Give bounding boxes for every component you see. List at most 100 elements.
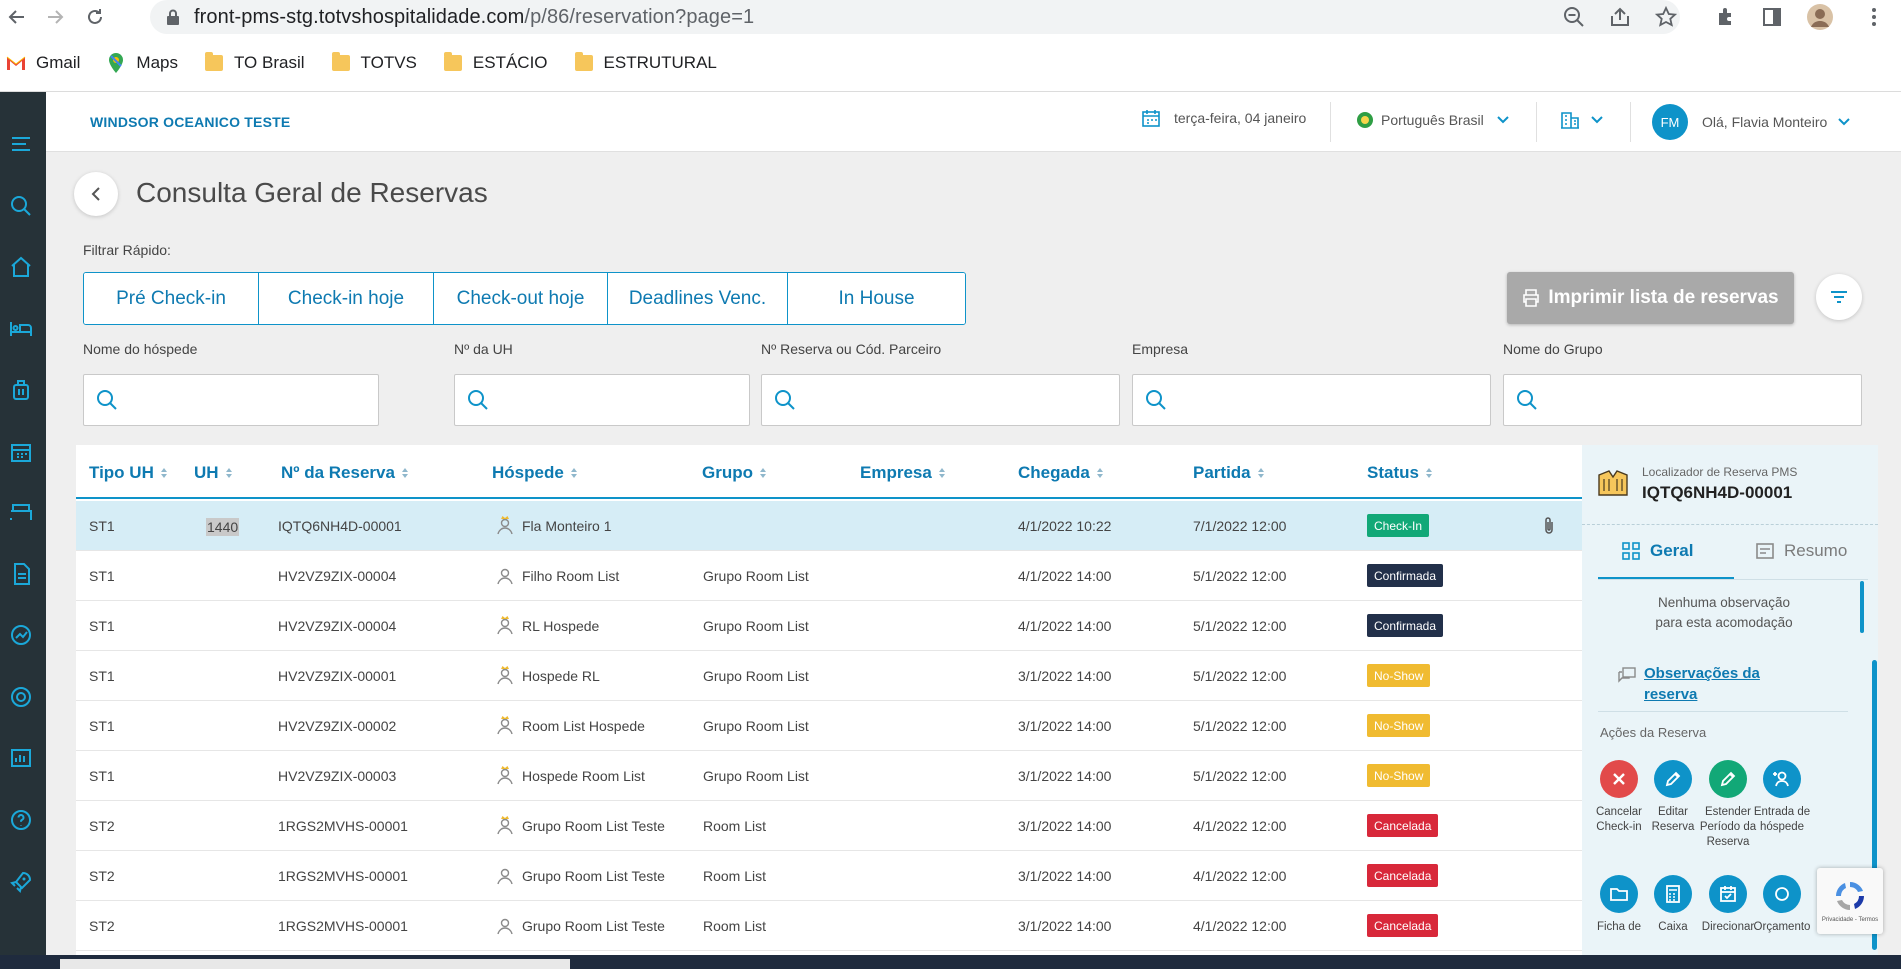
cell-reservation-number: HV2VZ9ZIX-00004	[278, 568, 397, 584]
cell-arrival: 4/1/2022 14:00	[1018, 618, 1112, 634]
bed-double-icon[interactable]	[5, 496, 37, 528]
table-row[interactable]: ST2 1RGS2MVHS-00001 Grupo Room List Teste R…	[76, 801, 1582, 851]
report-icon[interactable]	[5, 742, 37, 774]
bookmark-maps[interactable]: Maps	[106, 53, 178, 73]
status-badge: Cancelada	[1367, 864, 1439, 887]
print-list-button[interactable]: Imprimir lista de reservas	[1507, 272, 1794, 324]
uh-number-field[interactable]	[454, 374, 750, 426]
guest-name-input[interactable]	[118, 375, 378, 425]
profile-avatar-icon[interactable]	[1806, 3, 1834, 31]
recaptcha-badge[interactable]: Privacidade - Termos	[1817, 868, 1883, 934]
tab-geral[interactable]: Geral	[1622, 541, 1693, 561]
cell-arrival: 3/1/2022 14:00	[1018, 718, 1112, 734]
action-add-user-button[interactable]: Entrada de hóspede	[1749, 760, 1815, 835]
table-row[interactable]: ST1 HV2VZ9ZIX-00002 Room List Hospede Grupo…	[76, 701, 1582, 751]
table-row[interactable]: ST1 1440 IQTQ6NH4D-00001 Fla Monteiro 1 4/1/…	[76, 501, 1582, 551]
print-label: Imprimir lista de reservas	[1548, 287, 1779, 308]
chevron-down-icon	[1838, 118, 1850, 126]
luggage-icon[interactable]	[5, 374, 37, 406]
search-icon[interactable]	[5, 190, 37, 222]
scrollbar[interactable]	[1860, 581, 1864, 633]
table-row[interactable]: ST2 1RGS2MVHS-00001 Grupo Room List Teste R…	[76, 851, 1582, 901]
search-icon	[1517, 390, 1537, 410]
column-header-grupo[interactable]: Grupo	[702, 463, 766, 483]
reservation-notes-link[interactable]: Observações da reserva	[1644, 663, 1794, 705]
reservation-number-field[interactable]	[761, 374, 1120, 426]
user-menu[interactable]: FM Olá, Flavia Monteiro	[1652, 104, 1851, 140]
quick-filter-in-house[interactable]: In House	[788, 273, 965, 324]
locator-label: Localizador de Reserva PMS	[1642, 465, 1798, 479]
bookmark-totvs[interactable]: TOTVS	[331, 52, 417, 73]
table-row[interactable]: ST1 HV2VZ9ZIX-00003 Hospede Room List Grupo…	[76, 751, 1582, 801]
status-badge: No-Show	[1367, 664, 1431, 687]
back-button[interactable]	[74, 172, 118, 216]
quick-filter-deadlines[interactable]: Deadlines Venc.	[608, 273, 788, 324]
chart-icon[interactable]	[5, 619, 37, 651]
extensions-icon[interactable]	[1712, 3, 1740, 31]
guest-icon	[497, 568, 513, 585]
reload-icon[interactable]	[80, 2, 110, 32]
address-bar[interactable]: front-pms-stg.totvshospitalidade.com/p/8…	[150, 0, 1680, 34]
bookmark-estrutural[interactable]: ESTRUTURAL	[574, 52, 717, 73]
back-arrow-icon[interactable]	[2, 2, 32, 32]
bookmark-estacio[interactable]: ESTÁCIO	[443, 52, 548, 73]
hamburger-menu-icon[interactable]	[5, 128, 37, 160]
tab-resumo[interactable]: Resumo	[1756, 541, 1847, 561]
quick-filter-pre-checkin[interactable]: Pré Check-in	[84, 273, 259, 324]
group-name-field[interactable]	[1503, 374, 1862, 426]
forward-arrow-icon[interactable]	[40, 2, 70, 32]
home-icon[interactable]	[5, 251, 37, 283]
company-input[interactable]	[1167, 375, 1490, 425]
cell-guest: Hospede Room List	[522, 768, 645, 784]
star-icon[interactable]	[1652, 3, 1680, 31]
sidepanel-icon[interactable]	[1758, 3, 1786, 31]
group-name-input[interactable]	[1538, 375, 1861, 425]
column-header-status[interactable]: Status	[1367, 463, 1432, 483]
column-header-uh[interactable]: UH	[194, 463, 232, 483]
table-row[interactable]: ST1 HV2VZ9ZIX-00004 RL Hospede Grupo Room L…	[76, 601, 1582, 651]
menu-dots-icon[interactable]	[1860, 3, 1888, 31]
column-header-empresa[interactable]: Empresa	[860, 463, 945, 483]
quick-filter-checkout-hoje[interactable]: Check-out hoje	[434, 273, 608, 324]
bed-icon[interactable]	[5, 312, 37, 344]
bookmark-gmail[interactable]: Gmail	[6, 53, 80, 73]
action-budget-button[interactable]: Orçamento	[1749, 875, 1815, 935]
target-icon[interactable]	[5, 681, 37, 713]
gmail-icon	[6, 53, 26, 73]
property-selector[interactable]	[1560, 110, 1604, 130]
divider	[1536, 102, 1537, 142]
bookmark-to-brasil[interactable]: TO Brasil	[204, 52, 305, 73]
bookmark-label: TO Brasil	[233, 53, 305, 72]
cell-departure: 5/1/2022 12:00	[1193, 618, 1287, 634]
calendar-icon[interactable]	[5, 436, 37, 468]
status-badge: Check-In	[1367, 514, 1430, 537]
cell-tipo-uh: ST2	[89, 918, 115, 934]
column-header-reserva[interactable]: Nº da Reserva	[281, 463, 408, 483]
grid-icon	[1622, 542, 1640, 560]
reservation-number-input[interactable]	[796, 375, 1119, 425]
uh-number-input[interactable]	[489, 375, 749, 425]
table-row[interactable]: ST1 HV2VZ9ZIX-00004 Filho Room List Grupo R…	[76, 551, 1582, 601]
language-selector[interactable]: Português Brasil	[1357, 112, 1510, 128]
quick-filter-checkin-hoje[interactable]: Check-in hoje	[259, 273, 434, 324]
table-row[interactable]: ST1 HV2VZ9ZIX-00001 Hospede RL Grupo Room L…	[76, 651, 1582, 701]
column-header-chegada[interactable]: Chegada	[1018, 463, 1103, 483]
advanced-filter-button[interactable]	[1816, 274, 1862, 320]
company-field[interactable]	[1132, 374, 1491, 426]
help-icon[interactable]	[5, 804, 37, 836]
divider	[1582, 524, 1878, 525]
column-header-hospede[interactable]: Hóspede	[492, 463, 577, 483]
column-header-tipo-uh[interactable]: Tipo UH	[89, 463, 167, 483]
cell-group: Grupo Room List	[703, 768, 809, 784]
folder-icon	[1600, 875, 1638, 913]
table-row[interactable]: ST2 1RGS2MVHS-00001 Grupo Room List Teste R…	[76, 901, 1582, 951]
avatar: FM	[1652, 104, 1688, 140]
column-header-partida[interactable]: Partida	[1193, 463, 1264, 483]
zoom-icon[interactable]	[1560, 3, 1588, 31]
guest-name-field[interactable]	[83, 374, 379, 426]
attachment-icon[interactable]	[1542, 516, 1556, 536]
document-icon[interactable]	[5, 558, 37, 590]
pencil-icon	[1654, 760, 1692, 798]
share-icon[interactable]	[1606, 3, 1634, 31]
rocket-icon[interactable]	[5, 866, 37, 898]
